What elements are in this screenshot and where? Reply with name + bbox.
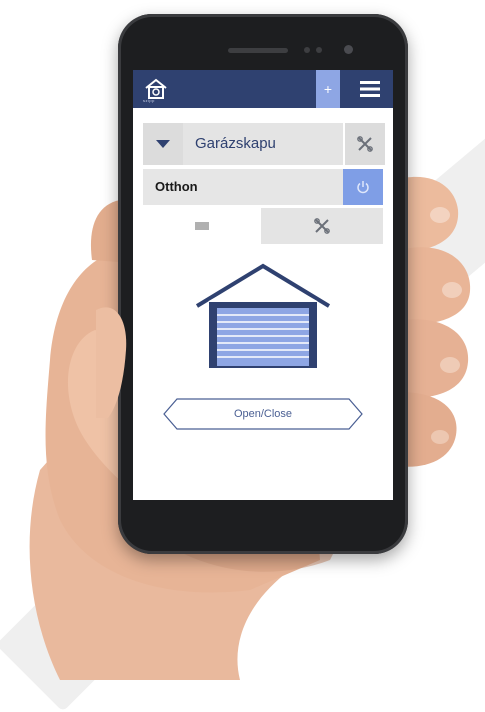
open-close-label: Open/Close (233, 408, 293, 420)
power-icon (357, 181, 369, 194)
wrench-cross-icon (357, 136, 373, 152)
power-button[interactable] (343, 169, 383, 205)
triangle-down-icon (156, 140, 170, 148)
device-selector[interactable]: Garázskapu (143, 123, 385, 165)
speaker-grille (228, 48, 288, 53)
add-button[interactable]: + (316, 70, 340, 108)
group-name: Otthon (155, 179, 198, 194)
tab-settings[interactable] (261, 208, 383, 244)
tab-bar (143, 208, 383, 244)
sensor-dot (304, 47, 310, 53)
device-settings-button[interactable] (343, 123, 385, 165)
menu-button[interactable] (346, 70, 393, 108)
logo-text: szipp (143, 98, 155, 103)
garage-door-illustration (195, 263, 331, 368)
open-close-button[interactable]: Open/Close (163, 398, 363, 430)
sensor-dot (316, 47, 322, 53)
device-dropdown-button[interactable] (143, 123, 183, 165)
device-name: Garázskapu (195, 135, 276, 152)
tools-icon (314, 218, 330, 234)
hamburger-icon (359, 81, 380, 97)
app-header: szipp + (133, 70, 393, 108)
group-row: Otthon (143, 169, 383, 205)
front-camera (344, 45, 353, 54)
thumb-tip (96, 307, 127, 418)
tab-control[interactable] (143, 208, 261, 244)
list-icon (195, 222, 209, 230)
fingernail (430, 207, 450, 223)
app-screen: szipp + Garázskapu Otthon Open/Close (133, 70, 393, 500)
